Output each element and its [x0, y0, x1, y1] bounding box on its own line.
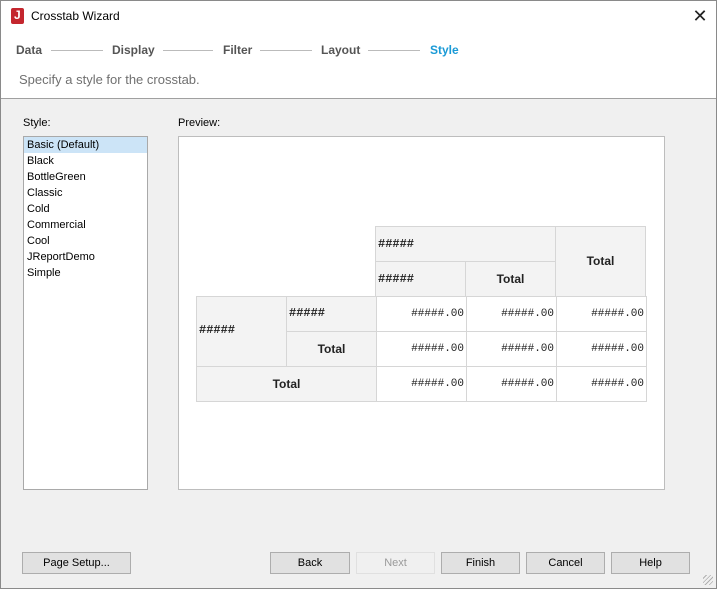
- cancel-button[interactable]: Cancel: [526, 552, 605, 574]
- column-grand-total-cell: Total: [555, 226, 646, 297]
- row-subtotal-cell: Total: [286, 331, 377, 367]
- step-connector: [51, 50, 103, 51]
- style-list-item[interactable]: JReportDemo: [24, 249, 147, 265]
- next-button[interactable]: Next: [356, 552, 435, 574]
- step-connector: [260, 50, 312, 51]
- wizard-header: Data Display Filter Layout Style Specify…: [1, 31, 716, 99]
- style-list-item[interactable]: Black: [24, 153, 147, 169]
- back-button[interactable]: Back: [270, 552, 350, 574]
- column-subfield-cell: #####: [375, 261, 466, 297]
- step-display[interactable]: Display: [112, 43, 155, 57]
- step-data[interactable]: Data: [16, 43, 42, 57]
- value-cell: #####.00: [376, 331, 467, 367]
- step-filter[interactable]: Filter: [223, 43, 252, 57]
- column-field-cell: #####: [375, 226, 556, 262]
- column-subtotal-cell: Total: [465, 261, 556, 297]
- finish-button[interactable]: Finish: [441, 552, 520, 574]
- title-bar: Crosstab Wizard ✕: [1, 1, 716, 31]
- step-connector: [368, 50, 420, 51]
- step-connector: [163, 50, 213, 51]
- window-title: Crosstab Wizard: [31, 9, 120, 23]
- row-grand-total-cell: Total: [196, 366, 377, 402]
- step-description: Specify a style for the crosstab.: [19, 72, 200, 87]
- style-list-item[interactable]: Commercial: [24, 217, 147, 233]
- page-setup-button[interactable]: Page Setup...: [22, 552, 131, 574]
- style-label: Style:: [23, 117, 51, 129]
- value-cell: #####.00: [466, 296, 557, 332]
- style-list-item[interactable]: Cold: [24, 201, 147, 217]
- style-list-item[interactable]: Classic: [24, 185, 147, 201]
- help-button[interactable]: Help: [611, 552, 690, 574]
- preview-label: Preview:: [178, 117, 221, 129]
- style-list-item[interactable]: BottleGreen: [24, 169, 147, 185]
- value-cell: #####.00: [376, 296, 467, 332]
- style-list[interactable]: Basic (Default) Black BottleGreen Classi…: [23, 136, 148, 490]
- style-list-item[interactable]: Simple: [24, 265, 147, 281]
- value-cell: #####.00: [556, 296, 647, 332]
- value-cell: #####.00: [556, 366, 647, 402]
- row-subfield-cell: #####: [286, 296, 377, 332]
- style-list-item[interactable]: Basic (Default): [24, 137, 147, 153]
- crosstab-preview: ##### Total ##### Total ##### ##### Tota…: [178, 136, 665, 490]
- app-logo-icon: [11, 8, 24, 24]
- crosstab-wizard-window: Crosstab Wizard ✕ Data Display Filter La…: [0, 0, 717, 589]
- value-cell: #####.00: [556, 331, 647, 367]
- style-list-item[interactable]: Cool: [24, 233, 147, 249]
- close-icon[interactable]: ✕: [687, 4, 713, 28]
- value-cell: #####.00: [376, 366, 467, 402]
- step-layout[interactable]: Layout: [321, 43, 360, 57]
- value-cell: #####.00: [466, 331, 557, 367]
- resize-grip-icon[interactable]: [703, 575, 713, 585]
- row-field-cell: #####: [196, 296, 287, 367]
- value-cell: #####.00: [466, 366, 557, 402]
- step-style[interactable]: Style: [430, 43, 459, 57]
